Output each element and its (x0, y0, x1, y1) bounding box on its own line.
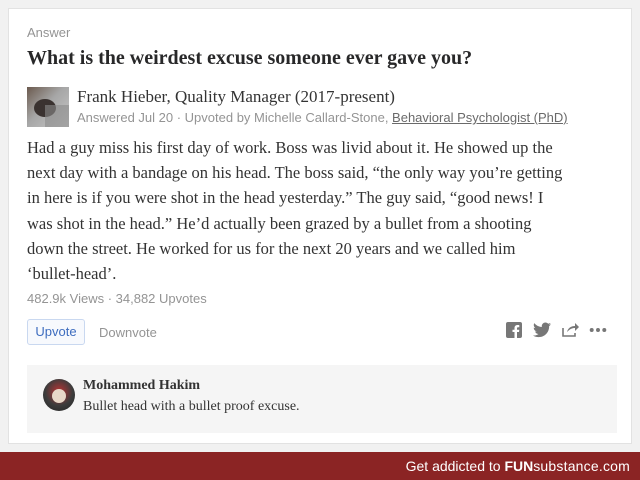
upvoter-credential-link[interactable]: Behavioral Psychologist (PhD) (392, 110, 568, 125)
share-icon[interactable] (561, 321, 579, 339)
facebook-icon[interactable] (505, 321, 523, 339)
downvote-button[interactable]: Downvote (99, 325, 157, 340)
brand-fun: FUN (504, 458, 534, 474)
answer-label: Answer (27, 25, 71, 40)
comment-box: Mohammed Hakim Bullet head with a bullet… (27, 365, 617, 433)
share-icons (505, 321, 607, 339)
answer-body: Had a guy miss his first day of work. Bo… (27, 135, 623, 286)
question-title[interactable]: What is the weirdest excuse someone ever… (27, 47, 617, 70)
views-upvotes-stats: 482.9k Views · 34,882 Upvotes (27, 291, 207, 306)
footer-prefix: Get addicted to (405, 458, 505, 474)
answer-body-line: in here is if you were shot in the head … (27, 188, 544, 208)
answer-card: Answer What is the weirdest excuse someo… (8, 8, 632, 444)
author-avatar[interactable] (27, 87, 69, 127)
answer-meta: Answered Jul 20 · Upvoted by Michelle Ca… (77, 110, 568, 125)
comment-text: Bullet head with a bullet proof excuse. (83, 399, 300, 414)
answer-meta-text: Answered Jul 20 · Upvoted by Michelle Ca… (77, 110, 393, 125)
footer-tagline[interactable]: Get addicted to FUNsubstance.com (406, 458, 630, 474)
twitter-icon[interactable] (533, 321, 551, 339)
answer-body-line: was shot in the head.” He’d actually bee… (27, 213, 532, 233)
site-footer-banner: Get addicted to FUNsubstance.com (0, 452, 640, 480)
answer-body-line: ‘bullet-head’. (27, 264, 117, 284)
answer-body-line: next day with a bandage on his head. The… (27, 163, 563, 183)
answer-body-line: down the street. He worked for us for th… (27, 238, 516, 258)
author-name[interactable]: Frank Hieber, Quality Manager (2017-pres… (77, 87, 395, 107)
commenter-name[interactable]: Mohammed Hakim (83, 378, 200, 394)
answer-body-line: Had a guy miss his first day of work. Bo… (27, 138, 553, 157)
commenter-avatar[interactable] (43, 379, 75, 411)
more-icon[interactable] (589, 321, 607, 339)
brand-substance: substance (533, 458, 599, 474)
brand-tld: .com (598, 458, 630, 474)
upvote-button[interactable]: Upvote (27, 319, 85, 345)
